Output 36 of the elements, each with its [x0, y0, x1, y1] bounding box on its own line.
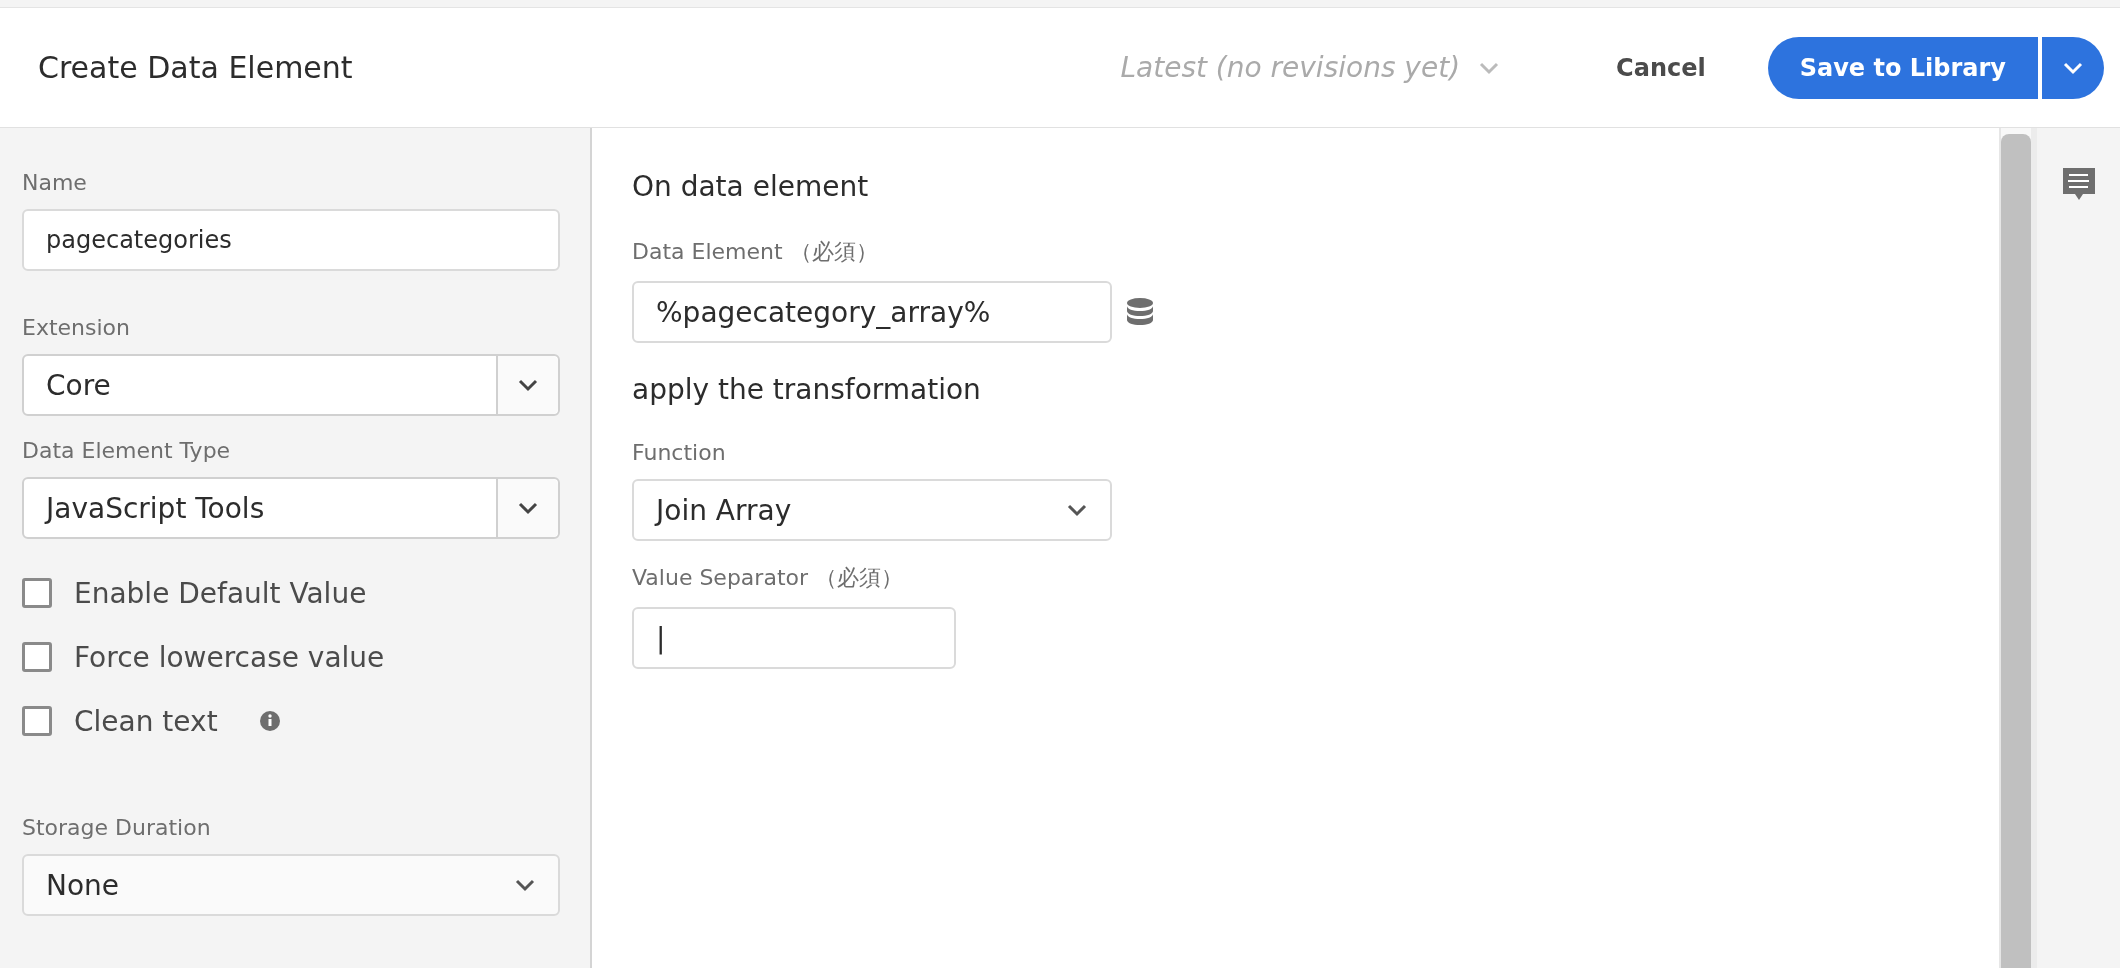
checkbox[interactable]: [22, 578, 52, 608]
save-button[interactable]: Save to Library: [1767, 36, 2038, 99]
select-field[interactable]: JavaScript Tools: [22, 477, 560, 539]
field-label: Value Separator （必須）: [632, 564, 904, 592]
chevron-icon: [1478, 60, 1501, 75]
checkbox[interactable]: [22, 706, 52, 736]
input-field[interactable]: |: [632, 607, 956, 669]
dropdown-field[interactable]: None: [22, 854, 560, 916]
chevron-icon: [514, 878, 536, 892]
checkbox[interactable]: [22, 642, 52, 672]
checkbox-label: Force lowercase value: [74, 640, 385, 674]
field-label: Function: [632, 440, 727, 465]
section-heading: apply the transformation: [632, 373, 982, 406]
comment-icon[interactable]: [2062, 168, 2095, 202]
select-field[interactable]: Core: [22, 354, 560, 416]
dropdown-field[interactable]: Join Array: [632, 479, 1112, 541]
field-label: Data Element （必須）: [632, 238, 879, 266]
checkbox-label: Enable Default Value: [74, 576, 367, 610]
cancel-button[interactable]: Cancel: [1610, 52, 1712, 83]
page-title: Create Data Element: [38, 50, 354, 85]
field-label: Name: [22, 170, 88, 195]
field-label: Storage Duration: [22, 815, 212, 840]
input-field[interactable]: pagecategories: [22, 209, 560, 271]
scrollbar[interactable]: [1999, 128, 2037, 968]
field-label: Data Element Type: [22, 438, 232, 463]
info-icon[interactable]: [259, 711, 280, 731]
chevron-icon: [2062, 60, 2084, 75]
section-heading: On data element: [632, 170, 870, 203]
chevron-icon: [517, 501, 539, 515]
checkbox-label: Clean text: [74, 704, 218, 738]
database-icon[interactable]: [1126, 298, 1154, 326]
input-field[interactable]: %pagecategory_array%: [632, 281, 1112, 343]
save-menu-button[interactable]: [2042, 36, 2104, 99]
field-label: Extension: [22, 315, 131, 340]
chevron-icon: [517, 378, 539, 392]
chevron-icon: [1066, 503, 1088, 517]
